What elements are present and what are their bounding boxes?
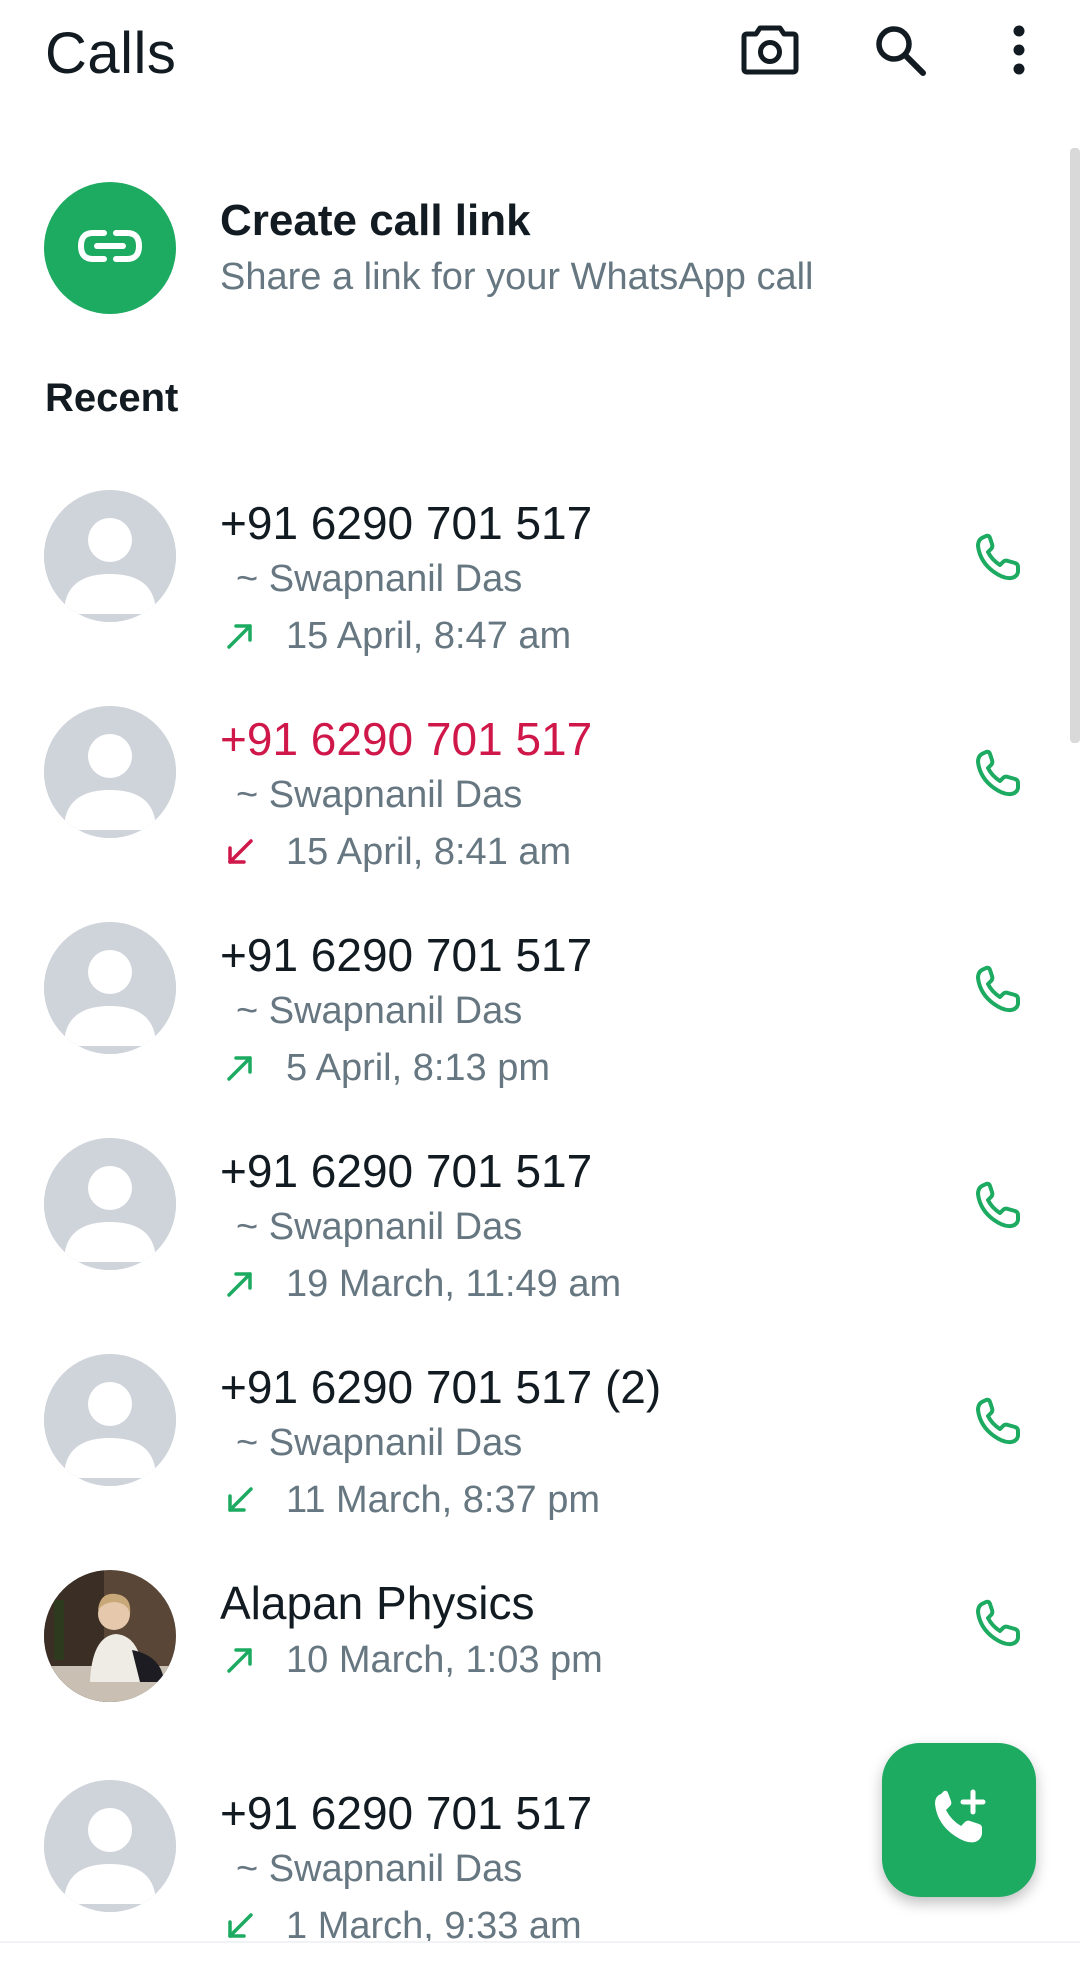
call-contact-subtitle: ~ Swapnanil Das — [236, 1848, 523, 1890]
voice-call-button[interactable] — [966, 1392, 1030, 1456]
call-row[interactable]: +91 6290 701 517 ~ Swapnanil Das 15 April,… — [0, 706, 1080, 906]
call-contact-name: +91 6290 701 517 — [220, 929, 593, 981]
incoming-call-arrow-icon — [222, 1908, 258, 1944]
call-contact-subtitle: ~ Swapnanil Das — [236, 774, 523, 816]
call-contact-name: +91 6290 701 517 — [220, 1145, 593, 1197]
call-timestamp: 10 March, 1:03 pm — [286, 1638, 603, 1681]
call-meta: 19 March, 11:49 am — [222, 1262, 621, 1306]
outgoing-call-arrow-icon — [222, 1266, 258, 1302]
voice-call-button[interactable] — [966, 528, 1030, 592]
call-contact-subtitle: ~ Swapnanil Das — [236, 558, 523, 600]
call-meta: 11 March, 8:37 pm — [222, 1478, 600, 1522]
voice-call-button[interactable] — [966, 1594, 1030, 1658]
camera-button[interactable] — [738, 20, 802, 84]
phone-icon — [973, 533, 1023, 588]
incoming-call-arrow-icon — [222, 1482, 258, 1518]
call-contact-name: +91 6290 701 517 (2) — [220, 1361, 662, 1413]
bottom-divider — [0, 1941, 1080, 1943]
contact-photo-avatar[interactable] — [44, 1570, 176, 1702]
call-meta: 15 April, 8:41 am — [222, 830, 571, 874]
call-contact-subtitle: ~ Swapnanil Das — [236, 990, 523, 1032]
create-call-link-row[interactable]: Create call link Share a link for your W… — [0, 180, 1080, 314]
link-avatar — [44, 182, 176, 314]
call-timestamp: 19 March, 11:49 am — [286, 1262, 622, 1305]
app-bar: Calls — [0, 0, 1080, 112]
create-call-link-subtitle: Share a link for your WhatsApp call — [220, 256, 814, 298]
default-avatar[interactable] — [44, 1138, 176, 1270]
more-vert-icon — [1009, 24, 1029, 81]
default-avatar[interactable] — [44, 706, 176, 838]
default-avatar[interactable] — [44, 1780, 176, 1912]
outgoing-call-arrow-icon — [222, 1050, 258, 1086]
default-avatar[interactable] — [44, 1354, 176, 1486]
call-timestamp: 11 March, 8:37 pm — [286, 1478, 601, 1521]
call-row[interactable]: +91 6290 701 517 ~ Swapnanil Das 19 March,… — [0, 1138, 1080, 1338]
missed-call-arrow-icon — [222, 834, 258, 870]
page-title: Calls — [45, 21, 177, 86]
call-meta: 10 March, 1:03 pm — [222, 1638, 603, 1682]
search-icon — [872, 22, 928, 83]
voice-call-button[interactable] — [966, 960, 1030, 1024]
more-options-button[interactable] — [987, 20, 1051, 84]
call-contact-name: +91 6290 701 517 — [220, 497, 593, 549]
phone-icon — [973, 965, 1023, 1020]
call-row[interactable]: Alapan Physics 10 March, 1:03 pm — [0, 1570, 1080, 1770]
call-timestamp: 15 April, 8:41 am — [286, 830, 572, 873]
call-contact-name: +91 6290 701 517 — [220, 1787, 593, 1839]
phone-icon — [973, 749, 1023, 804]
camera-icon — [741, 24, 799, 81]
new-call-fab[interactable] — [882, 1743, 1036, 1897]
call-contact-subtitle: ~ Swapnanil Das — [236, 1206, 523, 1248]
create-call-link-title: Create call link — [220, 196, 531, 245]
call-row[interactable]: +91 6290 701 517 (2) ~ Swapnanil Das 11 Ma… — [0, 1354, 1080, 1554]
recent-section-label: Recent — [45, 376, 179, 420]
call-contact-name: +91 6290 701 517 — [220, 713, 593, 765]
search-button[interactable] — [868, 20, 932, 84]
outgoing-call-arrow-icon — [222, 1642, 258, 1678]
default-avatar[interactable] — [44, 922, 176, 1054]
call-meta: 15 April, 8:47 am — [222, 614, 571, 658]
call-row[interactable]: +91 6290 701 517 ~ Swapnanil Das 15 April,… — [0, 490, 1080, 690]
phone-icon — [973, 1181, 1023, 1236]
call-meta: 5 April, 8:13 pm — [222, 1046, 550, 1090]
voice-call-button[interactable] — [966, 1176, 1030, 1240]
call-row[interactable]: +91 6290 701 517 ~ Swapnanil Das 5 April, … — [0, 922, 1080, 1122]
outgoing-call-arrow-icon — [222, 618, 258, 654]
default-avatar[interactable] — [44, 490, 176, 622]
call-contact-subtitle: ~ Swapnanil Das — [236, 1422, 523, 1464]
call-timestamp: 15 April, 8:47 am — [286, 614, 572, 657]
phone-icon — [973, 1397, 1023, 1452]
add-call-icon — [927, 1786, 991, 1855]
link-icon — [77, 228, 143, 269]
phone-icon — [973, 1599, 1023, 1654]
call-timestamp: 5 April, 8:13 pm — [286, 1046, 551, 1089]
call-contact-name: Alapan Physics — [220, 1577, 535, 1629]
voice-call-button[interactable] — [966, 744, 1030, 808]
